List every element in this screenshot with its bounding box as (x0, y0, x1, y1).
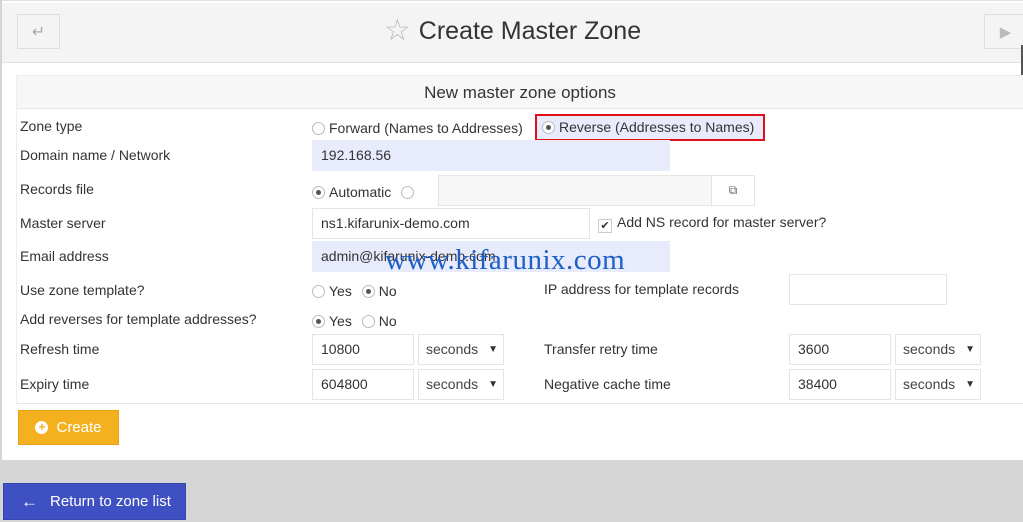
transfer-retry-unit-value: seconds (903, 341, 956, 357)
master-server-input[interactable]: ns1.kifarunix-demo.com (312, 208, 590, 239)
refresh-label: Refresh time (20, 341, 100, 357)
play-icon: ▶ (999, 23, 1012, 41)
file-chooser-button[interactable]: ⧉ (711, 175, 755, 206)
reverse-label: Reverse (Addresses to Names) (559, 119, 755, 135)
zone-type-label: Zone type (20, 118, 83, 134)
radio-custom-file[interactable] (401, 186, 415, 199)
negative-cache-unit-select[interactable]: seconds ▼ (895, 369, 981, 400)
email-label: Email address (20, 248, 109, 264)
return-label: Return to zone list (50, 493, 171, 510)
star-icon[interactable]: ☆ (384, 16, 411, 46)
use-template-label: Use zone template? (20, 282, 145, 298)
template-yes-label: Yes (329, 283, 352, 299)
expiry-label: Expiry time (20, 376, 90, 392)
radio-template-no[interactable] (361, 285, 375, 298)
radio-template-yes[interactable] (312, 285, 325, 298)
zone-type-reverse-radio[interactable]: Reverse (Addresses to Names) (535, 114, 765, 141)
watermark-text: www.kifarunix.com (385, 244, 626, 276)
records-automatic-radio[interactable]: Automatic (312, 184, 418, 200)
radio-forward[interactable] (312, 122, 325, 135)
negative-cache-input[interactable]: 38400 (789, 369, 891, 400)
add-ns-label: Add NS record for master server? (617, 214, 827, 230)
template-ip-input[interactable] (789, 274, 947, 305)
create-button[interactable]: + Create (18, 410, 119, 445)
automatic-label: Automatic (329, 184, 392, 200)
expiry-input[interactable]: 604800 (312, 369, 414, 400)
caret-down-icon: ▼ (488, 379, 498, 390)
add-reverses-label: Add reverses for template addresses? (20, 311, 257, 327)
negative-cache-label: Negative cache time (544, 376, 671, 392)
create-label: Create (56, 419, 102, 436)
records-file-label: Records file (20, 181, 94, 197)
use-template-radios: Yes No (312, 283, 397, 299)
plus-circle-icon: + (35, 421, 49, 434)
caret-down-icon: ▼ (965, 344, 975, 355)
radio-reverses-no[interactable] (361, 315, 375, 328)
template-ip-label: IP address for template records (544, 281, 740, 297)
domain-label: Domain name / Network (20, 147, 171, 163)
add-reverses-radios: Yes No (312, 313, 397, 329)
radio-reverses-yes[interactable] (312, 315, 325, 328)
transfer-retry-label: Transfer retry time (544, 341, 658, 357)
refresh-unit-select[interactable]: seconds ▼ (418, 334, 504, 365)
refresh-unit-value: seconds (426, 341, 479, 357)
arrow-left-icon: ← (21, 491, 38, 511)
template-no-label: No (378, 283, 397, 299)
return-to-zone-list-button[interactable]: ← Return to zone list (3, 483, 186, 520)
reverses-yes-label: Yes (329, 313, 352, 329)
caret-down-icon: ▼ (488, 344, 498, 355)
master-server-label: Master server (20, 215, 106, 231)
transfer-retry-unit-select[interactable]: seconds ▼ (895, 334, 981, 365)
add-ns-checkbox[interactable]: ✔ (598, 219, 612, 233)
section-title: New master zone options (17, 76, 1023, 109)
radio-reverse[interactable] (542, 121, 555, 134)
radio-automatic[interactable] (312, 186, 325, 199)
domain-input[interactable]: 192.168.56 (312, 140, 670, 171)
records-file-input[interactable] (438, 175, 712, 206)
forward-button[interactable]: ▶ (984, 14, 1023, 49)
file-chooser-icon: ⧉ (728, 183, 738, 197)
forward-label: Forward (Names to Addresses) (329, 120, 523, 136)
reverses-no-label: No (378, 313, 397, 329)
expiry-unit-select[interactable]: seconds ▼ (418, 369, 504, 400)
add-ns-checkbox-wrap[interactable]: ✔ Add NS record for master server? (598, 214, 826, 233)
page-title: Create Master Zone (418, 17, 642, 45)
negative-cache-unit-value: seconds (903, 376, 956, 392)
zone-type-forward-radio[interactable]: Forward (Names to Addresses) (312, 120, 523, 136)
caret-down-icon: ▼ (965, 379, 975, 390)
transfer-retry-input[interactable]: 3600 (789, 334, 891, 365)
expiry-unit-value: seconds (426, 376, 479, 392)
title-wrap: ☆ Create Master Zone (2, 15, 1023, 47)
page-header: ↵ ☆ Create Master Zone ▶ (2, 3, 1023, 63)
refresh-input[interactable]: 10800 (312, 334, 414, 365)
